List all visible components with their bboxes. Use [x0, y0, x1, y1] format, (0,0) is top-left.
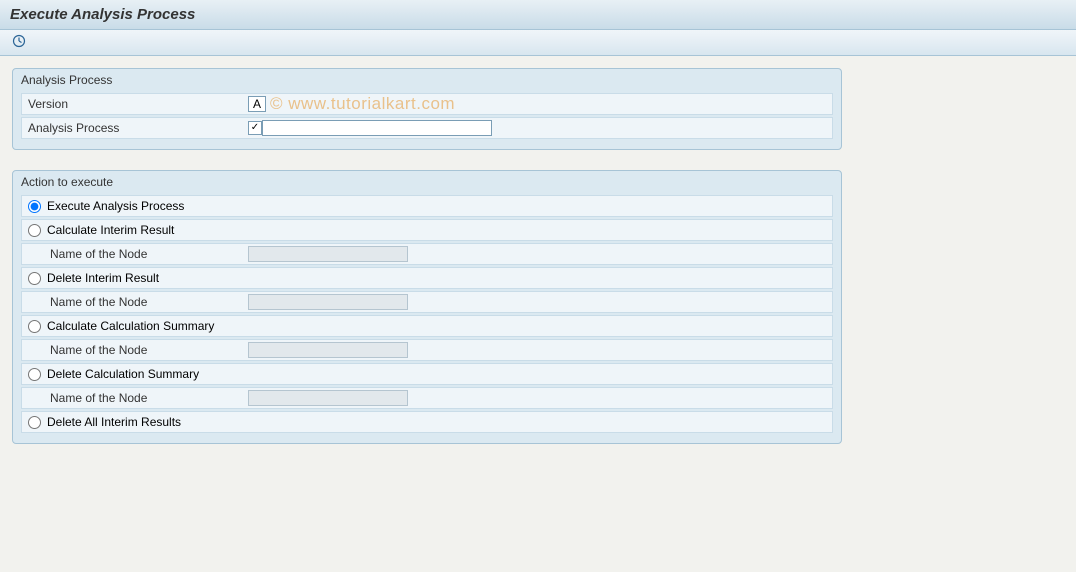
node-name-label: Name of the Node	[50, 247, 248, 261]
sub-row-delete-interim: Name of the Node	[21, 291, 833, 313]
node-name-label: Name of the Node	[50, 343, 248, 357]
radio-label: Delete Interim Result	[47, 271, 159, 285]
execute-button[interactable]	[10, 34, 28, 52]
radio-row-calculate-calculation-summary[interactable]: Calculate Calculation Summary	[21, 315, 833, 337]
analysis-process-input[interactable]	[262, 120, 492, 136]
radio-delete-all-interim-results[interactable]	[28, 416, 41, 429]
analysis-process-row: Analysis Process ✓	[21, 117, 833, 139]
action-to-execute-group: Action to execute Execute Analysis Proce…	[12, 170, 842, 444]
sub-row-calculate-interim: Name of the Node	[21, 243, 833, 265]
radio-row-calculate-interim-result[interactable]: Calculate Interim Result	[21, 219, 833, 241]
radio-row-delete-all-interim-results[interactable]: Delete All Interim Results	[21, 411, 833, 433]
group-title-action: Action to execute	[13, 171, 841, 191]
title-bar: Execute Analysis Process	[0, 0, 1076, 30]
radio-label: Calculate Calculation Summary	[47, 319, 214, 333]
radio-delete-interim-result[interactable]	[28, 272, 41, 285]
radio-row-delete-interim-result[interactable]: Delete Interim Result	[21, 267, 833, 289]
node-name-input-2	[248, 294, 408, 310]
version-label: Version	[28, 97, 248, 111]
radio-calculate-interim-result[interactable]	[28, 224, 41, 237]
toolbar	[0, 30, 1076, 56]
radio-label: Delete All Interim Results	[47, 415, 181, 429]
node-name-input-3	[248, 342, 408, 358]
radio-row-execute-analysis-process[interactable]: Execute Analysis Process	[21, 195, 833, 217]
radio-label: Execute Analysis Process	[47, 199, 184, 213]
analysis-process-label: Analysis Process	[28, 121, 248, 135]
node-name-input-4	[248, 390, 408, 406]
radio-execute-analysis-process[interactable]	[28, 200, 41, 213]
clock-execute-icon	[12, 34, 26, 51]
sub-row-calculate-summary: Name of the Node	[21, 339, 833, 361]
version-input[interactable]	[248, 96, 266, 112]
checkbox-icon[interactable]: ✓	[248, 121, 262, 135]
radio-delete-calculation-summary[interactable]	[28, 368, 41, 381]
analysis-process-group: Analysis Process Version Analysis Proces…	[12, 68, 842, 150]
node-name-label: Name of the Node	[50, 295, 248, 309]
radio-label: Delete Calculation Summary	[47, 367, 199, 381]
node-name-label: Name of the Node	[50, 391, 248, 405]
radio-row-delete-calculation-summary[interactable]: Delete Calculation Summary	[21, 363, 833, 385]
sub-row-delete-summary: Name of the Node	[21, 387, 833, 409]
node-name-input-1	[248, 246, 408, 262]
version-row: Version	[21, 93, 833, 115]
page-title: Execute Analysis Process	[10, 6, 1066, 23]
radio-label: Calculate Interim Result	[47, 223, 174, 237]
group-title-analysis: Analysis Process	[13, 69, 841, 89]
radio-calculate-calculation-summary[interactable]	[28, 320, 41, 333]
content-area: © www.tutorialkart.com Analysis Process …	[0, 56, 1076, 572]
